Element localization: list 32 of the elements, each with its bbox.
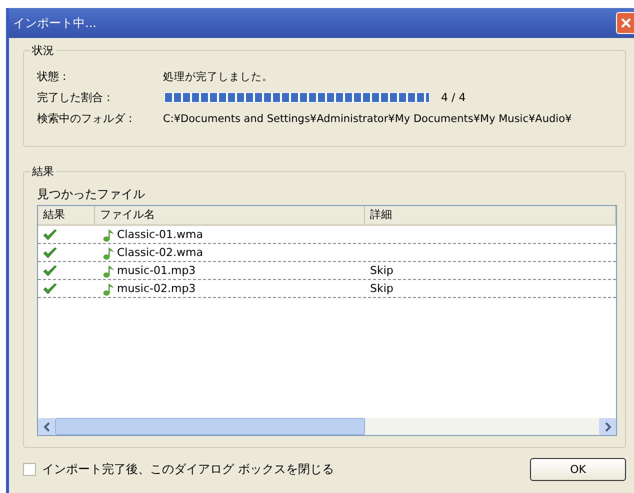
horizontal-scrollbar[interactable] (38, 418, 616, 435)
checkbox-label: インポート完了後、このダイアログ ボックスを閉じる (42, 461, 334, 478)
field-label: 状態 : (37, 69, 68, 84)
music-note-icon (103, 246, 115, 260)
window-title: インポート中... (13, 14, 96, 32)
file-name: Classic-01.wma (117, 228, 203, 241)
file-name: Classic-02.wma (117, 246, 203, 259)
ok-button[interactable]: OK (530, 458, 626, 481)
column-header[interactable]: 詳細 (365, 206, 616, 224)
music-note-icon (103, 228, 115, 242)
group-title: 結果 (30, 164, 56, 179)
field-label: 検索中のフォルダ : (37, 111, 134, 126)
close-icon (620, 17, 632, 29)
checkbox[interactable] (23, 463, 36, 476)
file-name: music-02.mp3 (117, 282, 196, 295)
field-value: C:¥Documents and Settings¥Administrator¥My Documents¥My Music¥Audio¥ (163, 112, 572, 124)
progress-count: 4 / 4 (441, 91, 466, 104)
scroll-thumb[interactable] (55, 418, 365, 435)
close-button[interactable] (616, 12, 634, 34)
file-name: music-01.mp3 (117, 264, 196, 277)
list-title: 見つかったファイル (37, 186, 146, 203)
music-note-icon (103, 264, 115, 278)
field-value: 処理が完了しました。 (163, 70, 273, 84)
group-title: 状況 (30, 43, 56, 58)
detail-text: Skip (370, 282, 394, 295)
detail-text: Skip (370, 264, 394, 277)
column-header[interactable]: 結果 (38, 206, 95, 224)
scroll-right-icon[interactable] (599, 418, 616, 435)
scroll-left-icon[interactable] (38, 418, 55, 435)
music-note-icon (103, 282, 115, 296)
column-header[interactable]: ファイル名 (95, 206, 365, 224)
field-label: 完了した割合 : (37, 90, 112, 105)
